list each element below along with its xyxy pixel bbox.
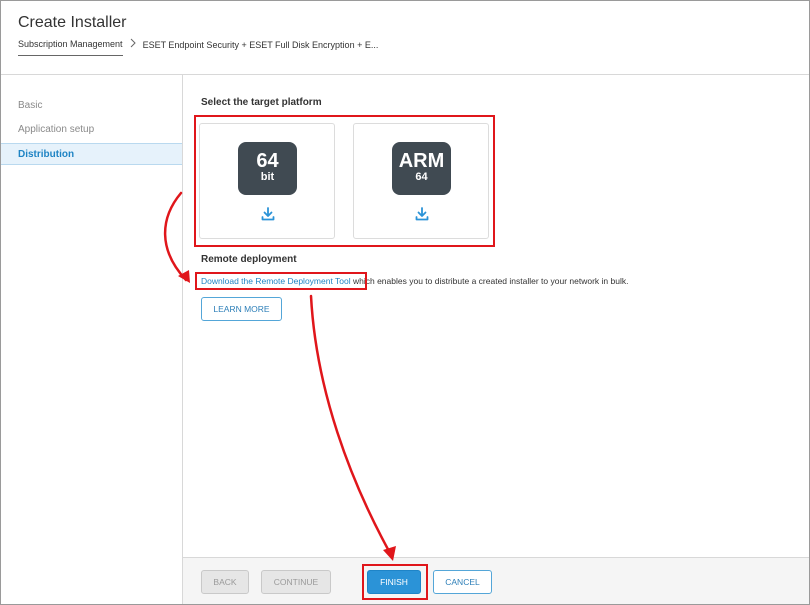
annotation-arrows xyxy=(163,191,396,561)
